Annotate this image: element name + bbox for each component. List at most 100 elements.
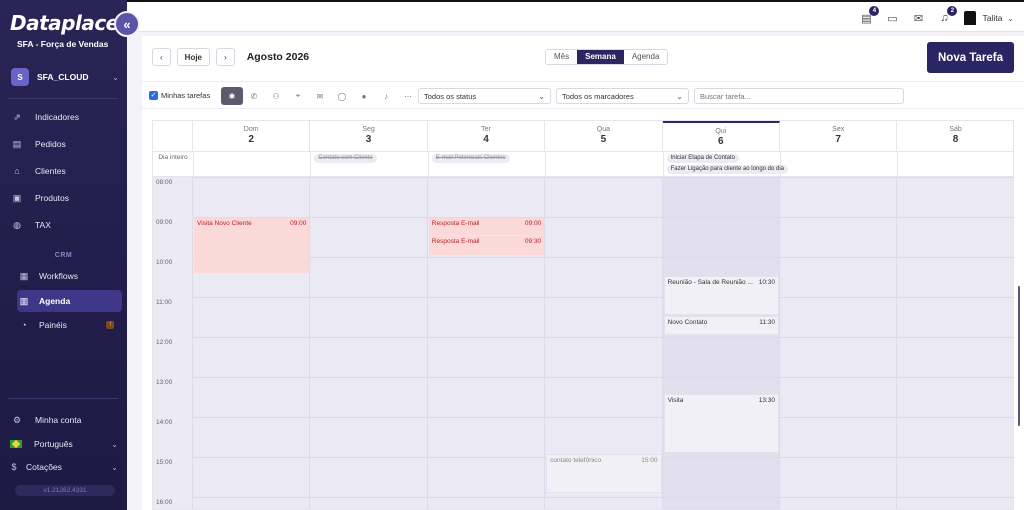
day-column[interactable] xyxy=(662,177,780,509)
chat-bubble-icon[interactable]: ● xyxy=(353,87,375,105)
chevron-down-icon: ⌄ xyxy=(111,439,118,449)
search-input[interactable] xyxy=(694,88,904,104)
chevron-down-icon: ⌄ xyxy=(112,72,119,82)
agenda-card: ‹ Hoje › Agosto 2026 Mês Semana Agenda N… xyxy=(142,36,1024,510)
event-title: Resposta E-mail xyxy=(431,220,480,227)
next-week-button[interactable]: › xyxy=(216,48,235,66)
sidebar-item-indicadores[interactable]: ⇗ Indicadores xyxy=(10,106,122,128)
sidebar-item-paineis[interactable]: ◔ Painéis ! xyxy=(17,314,122,336)
allday-row: Dia inteiro Contato com Cliente E-mail Po… xyxy=(153,151,1013,178)
day-header[interactable]: Seg 3 xyxy=(310,121,428,151)
hour-line xyxy=(193,217,1013,218)
day-number: 2 xyxy=(248,134,254,145)
day-header[interactable]: Qua 5 xyxy=(545,121,663,151)
view-month-button[interactable]: Mês xyxy=(546,50,578,64)
people-icon[interactable]: ⚇ xyxy=(265,87,287,105)
chat-icon[interactable]: ▭ xyxy=(886,12,898,25)
event-title: Novo Contato xyxy=(667,319,708,326)
hour-label: 13:00 xyxy=(156,379,173,386)
scrollbar[interactable] xyxy=(1018,286,1020,426)
hour-line xyxy=(193,377,1013,378)
event-title: contato telefônico xyxy=(550,457,602,464)
calendar-event[interactable]: Visita Novo Cliente 09:00 xyxy=(194,218,310,273)
calendar-event[interactable]: Visita 13:30 xyxy=(663,394,779,453)
markers-select-value: Todos os marcadores xyxy=(562,91,634,101)
envelope-icon[interactable]: ✉ xyxy=(309,87,331,105)
top-bar: ▤ 4 ▭ ✉ ♫ 2 Talita ⌄ xyxy=(127,0,1024,32)
day-column[interactable] xyxy=(310,177,428,509)
language-selector[interactable]: Português ⌄ xyxy=(10,433,118,455)
day-header[interactable]: Qui 6 xyxy=(662,121,780,151)
day-header[interactable]: Ter 4 xyxy=(428,121,546,151)
page-title: Agosto 2026 xyxy=(246,51,310,63)
allday-event[interactable]: Iniciar Etapa de Contato xyxy=(666,154,739,163)
whatsapp-icon[interactable]: ◯ xyxy=(331,87,353,105)
sidebar-item-tax[interactable]: ◍ TAX xyxy=(10,214,122,236)
event-title: Resposta E-mail xyxy=(431,238,480,245)
day-number: 7 xyxy=(835,134,841,145)
event-title: Visita Novo Cliente xyxy=(197,220,252,227)
all-types-icon[interactable]: ✱ xyxy=(221,87,243,105)
sidebar-item-label: Clientes xyxy=(35,166,66,176)
sidebar-item-clientes[interactable]: ⌂ Clientes xyxy=(10,160,122,182)
tenant-avatar: S xyxy=(11,68,29,86)
day-header[interactable]: Sáb 8 xyxy=(897,121,1013,151)
hour-label: 16:00 xyxy=(156,499,173,506)
chart-line-icon: ⇗ xyxy=(13,111,21,122)
tenant-selector[interactable]: S SFA_CLOUD ⌄ xyxy=(11,66,119,88)
calendar-event[interactable]: Resposta E-mail 09:00 xyxy=(428,218,545,235)
hour-label: 14:00 xyxy=(156,419,173,426)
prev-week-button[interactable]: ‹ xyxy=(152,48,171,66)
board-icon: ▦ xyxy=(19,270,29,281)
user-menu[interactable]: Talita ⌄ xyxy=(964,11,1014,25)
status-select-value: Todos os status xyxy=(424,91,477,101)
calendar-event[interactable]: Reunião - Sala de Reunião ... 10:30 xyxy=(663,276,779,315)
quotes-selector[interactable]: $ Cotações ⌄ xyxy=(10,456,118,478)
markers-select[interactable]: Todos os marcadores ⌄ xyxy=(556,88,689,104)
allday-event[interactable]: Fazer Ligação para cliente ao longo do d… xyxy=(666,165,789,174)
mail-icon[interactable]: ✉ xyxy=(912,12,924,25)
microphone-icon[interactable]: ♪ xyxy=(375,87,397,105)
sidebar-item-minha-conta[interactable]: ⚙ Minha conta xyxy=(10,409,122,431)
week-calendar: Dia inteiro Contato com Cliente E-mail Po… xyxy=(152,120,1014,510)
allday-event[interactable]: Contato com Cliente xyxy=(314,154,377,163)
calendar-event[interactable]: Novo Contato 11:30 xyxy=(663,316,779,335)
my-tasks-checkbox[interactable]: ✓ Minhas tarefas xyxy=(149,91,210,100)
sidebar-item-agenda[interactable]: ▥ Agenda xyxy=(17,290,122,312)
calendar-event[interactable]: Resposta E-mail 09:30 xyxy=(428,236,545,255)
view-agenda-button[interactable]: Agenda xyxy=(623,50,668,64)
avatar xyxy=(964,11,977,25)
allday-event[interactable]: E-mail Potenciais Clientes xyxy=(431,154,510,163)
store-icon: ⌂ xyxy=(14,166,20,176)
hour-line xyxy=(193,297,1013,298)
event-time: 09:30 xyxy=(524,238,542,245)
day-column[interactable] xyxy=(780,177,898,509)
collapse-sidebar-button[interactable]: « xyxy=(114,11,140,37)
calendar-event[interactable]: contato telefônico 15:00 xyxy=(546,454,662,493)
sidebar-item-produtos[interactable]: ▣ Produtos xyxy=(10,187,122,209)
day-number: 3 xyxy=(365,134,372,145)
map-pin-icon[interactable]: ⌖ xyxy=(287,87,309,105)
filter-bar: ✓ Minhas tarefas ✱ ✆ ⚇ ⌖ ✉ ◯ ● ♪ ⋯ Todos… xyxy=(142,81,1024,109)
allday-separator xyxy=(310,152,312,178)
more-icon[interactable]: ⋯ xyxy=(397,87,419,105)
new-task-button[interactable]: Nova Tarefa xyxy=(927,42,1014,73)
view-week-button[interactable]: Semana xyxy=(577,50,624,64)
today-button[interactable]: Hoje xyxy=(176,48,211,66)
bell-icon[interactable]: ♫ 2 xyxy=(938,6,958,24)
status-select[interactable]: Todos os status ⌄ xyxy=(418,88,551,104)
tasks-icon[interactable]: ▤ 4 xyxy=(860,5,880,25)
sidebar-item-workflows[interactable]: ▦ Workflows xyxy=(17,265,122,287)
document-icon: ▤ xyxy=(12,138,22,149)
hour-label: 10:00 xyxy=(156,259,173,266)
day-header[interactable]: Sex 7 xyxy=(780,121,898,151)
day-number: 4 xyxy=(483,134,489,145)
notifications-count: 2 xyxy=(947,6,958,16)
phone-icon[interactable]: ✆ xyxy=(243,87,265,105)
day-header[interactable]: Dom 2 xyxy=(193,121,311,151)
sidebar-item-pedidos[interactable]: ▤ Pedidos xyxy=(10,133,122,155)
event-time: 09:00 xyxy=(524,220,542,227)
day-column[interactable] xyxy=(897,177,1013,509)
task-type-filters: ✱ ✆ ⚇ ⌖ ✉ ◯ ● ♪ ⋯ xyxy=(221,87,419,105)
pie-chart-icon: ◔ xyxy=(21,320,27,330)
